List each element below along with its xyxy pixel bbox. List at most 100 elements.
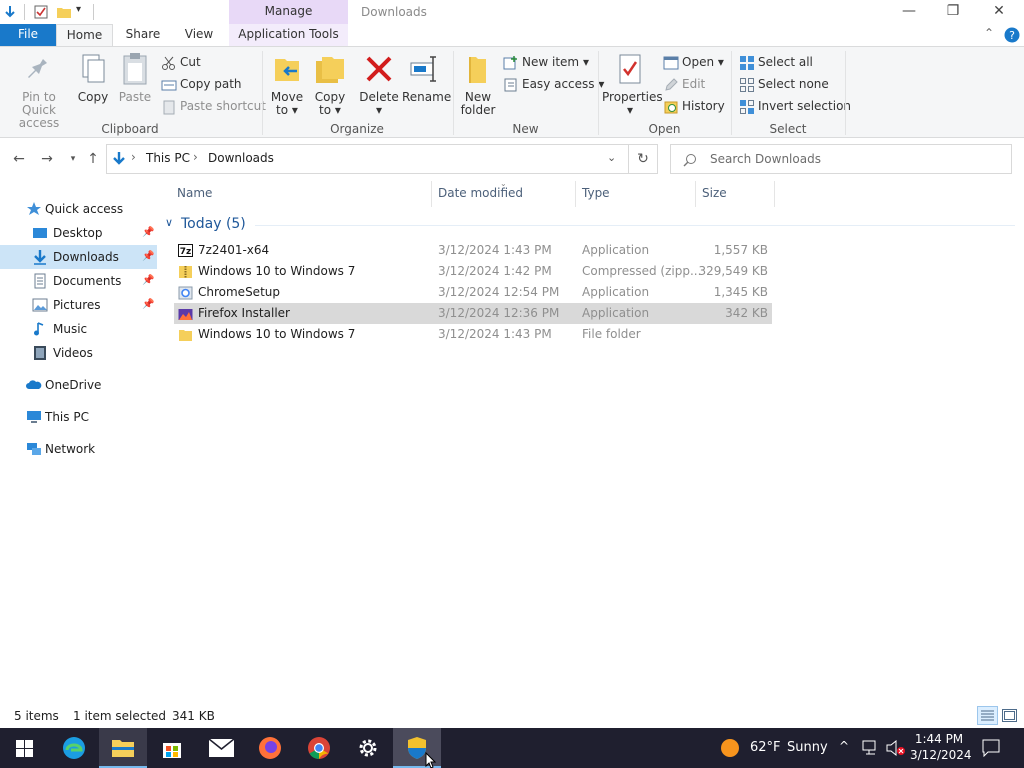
copy-to-line2: to <box>319 103 332 117</box>
taskbar-edge-button[interactable] <box>50 728 98 768</box>
status-item-count: 5 items <box>14 709 59 723</box>
tab-share[interactable]: Share <box>120 24 166 46</box>
file-row[interactable]: Windows 10 to Windows 7 3/12/2024 1:43 P… <box>174 324 772 345</box>
easy-access-button[interactable]: Easy access ▾ <box>503 74 604 94</box>
file-row[interactable]: 7z 7z2401-x64 3/12/2024 1:43 PM Applicat… <box>174 240 772 261</box>
breadcrumb-downloads[interactable]: Downloads <box>208 151 274 165</box>
show-hidden-icons-chevron-icon[interactable]: ^ <box>839 739 849 753</box>
taskbar-store-button[interactable] <box>148 728 196 768</box>
new-item-button[interactable]: New item ▾ <box>503 52 589 72</box>
file-size: 329,549 KB <box>698 264 768 278</box>
copy-button[interactable]: Copy <box>76 51 110 104</box>
column-header-size[interactable]: Size <box>702 186 727 200</box>
minimize-button[interactable]: — <box>886 0 932 24</box>
copy-path-button[interactable]: Copy path <box>161 74 242 94</box>
notification-center-icon[interactable] <box>982 739 1000 757</box>
clock[interactable]: 1:44 PM 3/12/2024 <box>910 731 972 767</box>
column-header-type[interactable]: Type <box>582 186 610 200</box>
tab-view[interactable]: View <box>176 24 222 46</box>
file-row[interactable]: ChromeSetup 3/12/2024 12:54 PM Applicati… <box>174 282 772 303</box>
nav-quick-access[interactable]: Quick access <box>0 197 157 221</box>
taskbar-file-explorer-button[interactable] <box>99 728 147 768</box>
properties-qat-icon[interactable] <box>2 4 18 20</box>
taskbar-chrome-button[interactable] <box>295 728 343 768</box>
nav-documents[interactable]: Documents 📌 <box>0 269 157 293</box>
file-date: 3/12/2024 12:36 PM <box>438 306 560 320</box>
file-size: 1,345 KB <box>713 285 768 299</box>
address-dropdown-chevron-icon[interactable]: ⌄ <box>607 151 616 164</box>
manage-tab[interactable]: Manage <box>229 0 348 24</box>
edit-button[interactable]: Edit <box>663 74 705 94</box>
file-row[interactable]: Windows 10 to Windows 7 3/12/2024 1:42 P… <box>174 261 772 282</box>
pin-to-quick-access-button[interactable]: Pin to Quick access <box>4 51 74 130</box>
restore-button[interactable]: ❐ <box>930 0 976 24</box>
start-button[interactable] <box>0 728 48 768</box>
nav-videos[interactable]: Videos <box>0 341 157 365</box>
new-folder-qat-icon[interactable] <box>56 4 72 20</box>
weather-widget[interactable]: 62°F Sunny <box>718 728 828 768</box>
network-tray-icon[interactable] <box>862 740 880 756</box>
collapse-ribbon-icon[interactable]: ⌃ <box>984 26 994 40</box>
move-to-line1: Move <box>270 90 304 104</box>
taskbar-firefox-button[interactable] <box>246 728 294 768</box>
properties-button[interactable]: Properties ▾ <box>602 51 663 117</box>
move-to-button[interactable]: Move to ▾ <box>268 51 306 117</box>
close-button[interactable]: ✕ <box>976 0 1022 24</box>
invert-selection-button[interactable]: Invert selection <box>739 96 851 116</box>
taskbar-settings-button[interactable] <box>344 728 392 768</box>
paste-shortcut-button[interactable]: Paste shortcut <box>161 96 266 116</box>
checklist-qat-icon[interactable] <box>33 4 49 20</box>
large-icons-view-button[interactable] <box>1002 709 1017 722</box>
up-arrow-icon[interactable]: ↑ <box>83 149 103 169</box>
taskbar: 62°F Sunny ^ 1:44 PM 3/12/2024 <box>0 728 1024 768</box>
column-separator[interactable] <box>695 181 696 207</box>
select-none-button[interactable]: Select none <box>739 74 829 94</box>
nav-this-pc[interactable]: This PC <box>0 405 157 429</box>
help-icon[interactable]: ? <box>1004 27 1020 43</box>
nav-desktop[interactable]: Desktop 📌 <box>0 221 157 245</box>
history-button[interactable]: History <box>663 96 725 116</box>
group-header-today[interactable]: ∨ Today (5) <box>165 215 1015 235</box>
column-separator[interactable] <box>774 181 775 207</box>
nav-pictures[interactable]: Pictures 📌 <box>0 293 157 317</box>
7zip-icon: 7z <box>178 244 193 257</box>
column-separator[interactable] <box>575 181 576 207</box>
breadcrumb-this-pc[interactable]: This PC <box>146 151 190 165</box>
nav-music[interactable]: Music <box>0 317 157 341</box>
open-button[interactable]: Open ▾ <box>663 52 724 72</box>
new-folder-button[interactable]: New folder <box>458 51 498 117</box>
dropdown-arrow-icon: ▾ <box>291 103 298 117</box>
nav-downloads[interactable]: Downloads 📌 <box>0 245 157 269</box>
copy-to-button[interactable]: Copy to ▾ <box>311 51 349 117</box>
back-arrow-icon[interactable]: ← <box>9 149 29 169</box>
refresh-button[interactable]: ↻ <box>628 144 658 174</box>
cut-button[interactable]: Cut <box>161 52 201 72</box>
column-separator[interactable] <box>431 181 432 207</box>
rename-button[interactable]: Rename <box>402 51 451 104</box>
paste-button[interactable]: Paste <box>116 51 154 104</box>
svg-text:7z: 7z <box>180 247 192 257</box>
scissors-icon <box>162 56 175 70</box>
nav-network[interactable]: Network <box>0 437 157 461</box>
qat-customize-icon[interactable]: ▾ <box>76 4 81 15</box>
rename-label: Rename <box>402 90 452 104</box>
column-header-date[interactable]: Date modified <box>438 186 523 200</box>
tab-application-tools[interactable]: Application Tools <box>229 24 348 46</box>
delete-button[interactable]: Delete ▾ <box>359 51 399 117</box>
tab-home[interactable]: Home <box>56 24 113 46</box>
details-view-button[interactable] <box>977 706 998 725</box>
file-row-selected[interactable]: Firefox Installer 3/12/2024 12:36 PM App… <box>174 303 772 324</box>
taskbar-mail-button[interactable] <box>197 728 245 768</box>
tab-file[interactable]: File <box>0 24 56 46</box>
nav-onedrive[interactable]: OneDrive <box>0 373 157 397</box>
file-name: 7z2401-x64 <box>198 243 270 257</box>
windows-logo-icon <box>16 740 33 757</box>
column-header-name[interactable]: Name <box>177 186 212 200</box>
volume-muted-icon[interactable] <box>886 740 906 756</box>
search-box[interactable]: Search Downloads <box>670 144 1012 174</box>
address-bar[interactable]: › This PC › Downloads ⌄ <box>106 144 629 174</box>
select-all-button[interactable]: Select all <box>739 52 813 72</box>
forward-arrow-icon[interactable]: → <box>37 149 57 169</box>
recent-locations-chevron-icon[interactable]: ▾ <box>63 149 83 169</box>
copy-path-icon <box>161 80 177 90</box>
